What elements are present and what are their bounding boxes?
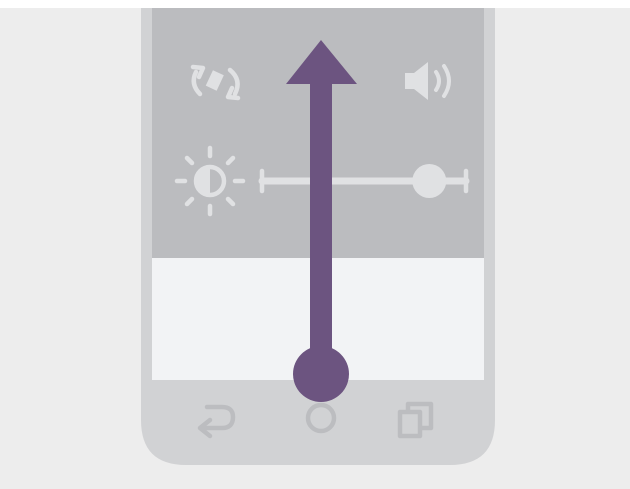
brightness-icon [174,145,246,217]
top-white-strip [0,0,630,8]
gesture-arrow-shaft [310,83,332,373]
illustration-canvas [0,0,630,489]
touch-point [293,346,349,402]
slider-thumb[interactable] [412,164,447,198]
swipe-up-illustration [0,0,630,489]
